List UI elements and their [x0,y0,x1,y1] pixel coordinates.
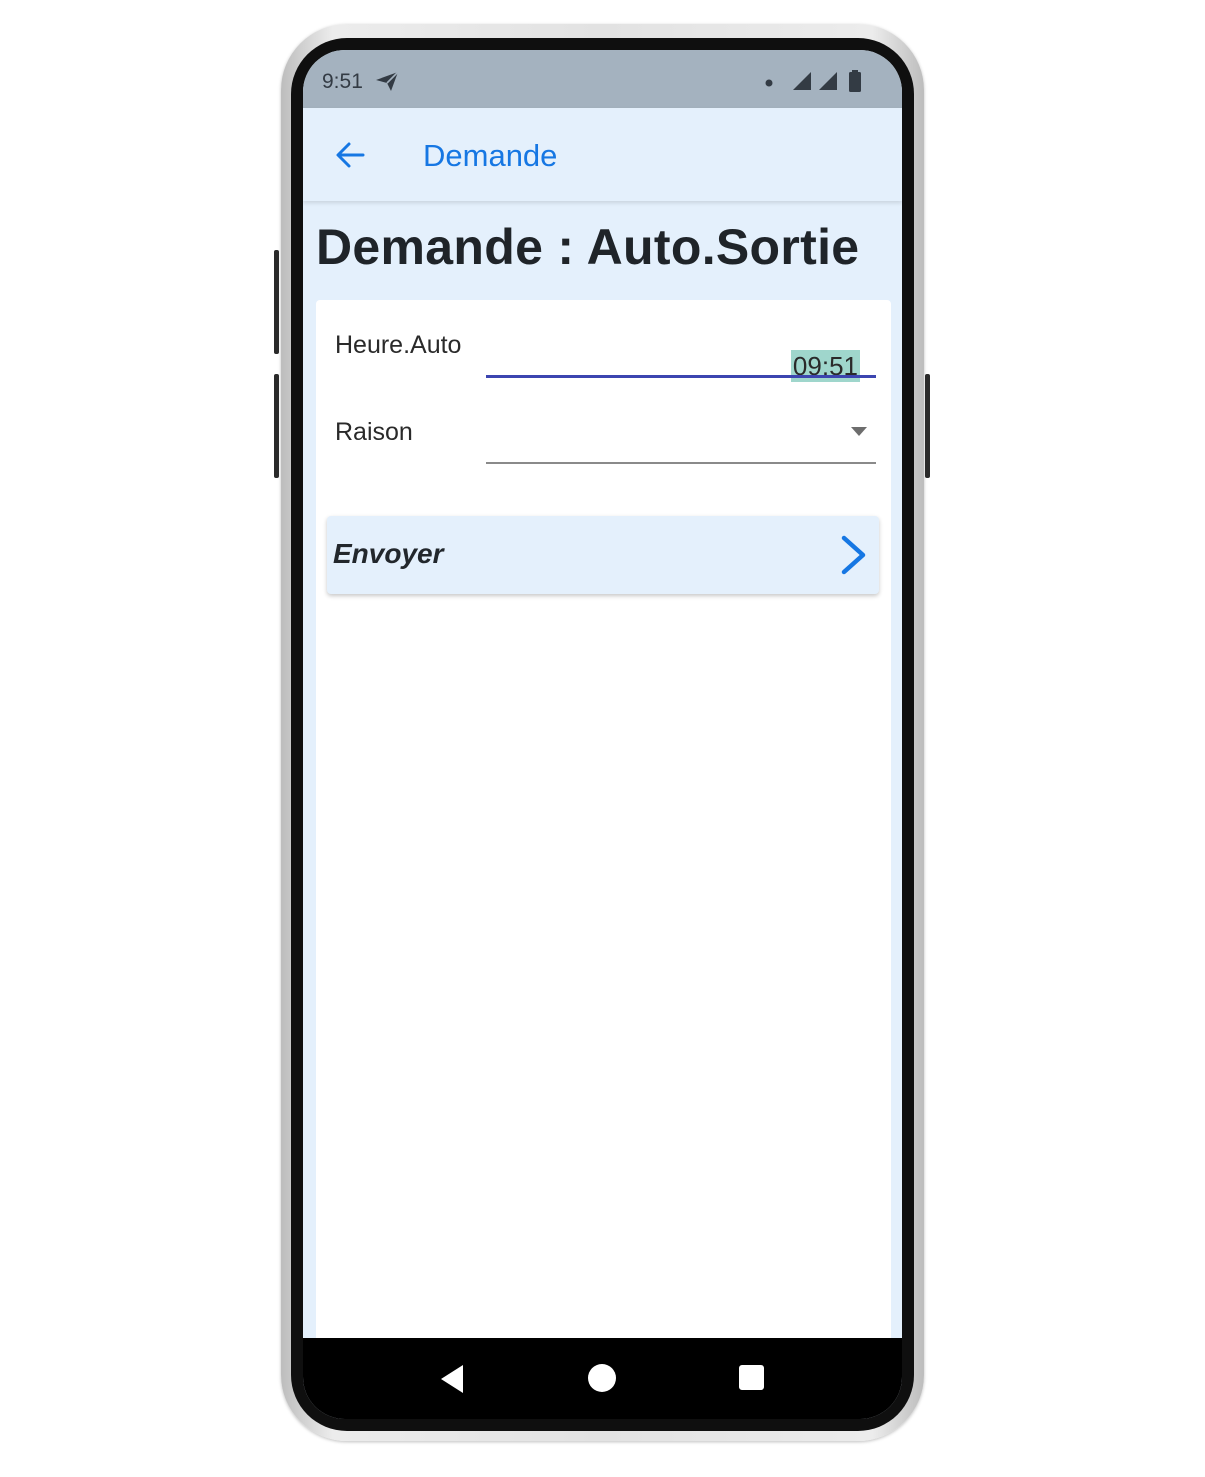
caret-down-icon[interactable] [851,427,867,436]
screen: 9:51 Demande Demande: Auto.Sortie Heure… [303,50,902,1419]
nav-recents-icon[interactable] [739,1365,764,1390]
battery-icon [848,70,862,97]
nav-back-icon[interactable] [439,1364,465,1399]
nav-home-icon[interactable] [588,1364,616,1392]
system-nav-bar [303,1338,902,1419]
phone-power-button [925,374,930,478]
form-card: Heure.Auto 09:51 Raison Envoyer [316,300,891,1350]
chevron-right-icon [839,534,869,581]
raison-select[interactable] [486,408,876,462]
heure-underline [486,375,876,378]
page-title: Demande : Auto.Sortie [316,219,860,275]
signal-icon [818,71,838,96]
send-button[interactable]: Envoyer [327,516,879,594]
signal-icon [792,71,812,96]
phone-side-button [274,374,279,478]
status-bar: 9:51 [303,50,902,108]
raison-label: Raison [335,418,413,446]
notification-dot-icon [764,75,774,93]
send-icon [374,69,400,98]
raison-underline [486,462,876,464]
send-button-label: Envoyer [333,538,444,569]
heure-input[interactable]: 09:51 [486,322,876,382]
status-time: 9:51 [322,70,363,93]
status-icons [764,70,862,97]
app-bar-title: Demande [423,138,558,173]
phone-side-button [274,250,279,354]
app-bar: Demande [303,108,902,201]
arrow-left-icon[interactable] [333,138,367,172]
heure-label: Heure.Auto [335,331,462,359]
